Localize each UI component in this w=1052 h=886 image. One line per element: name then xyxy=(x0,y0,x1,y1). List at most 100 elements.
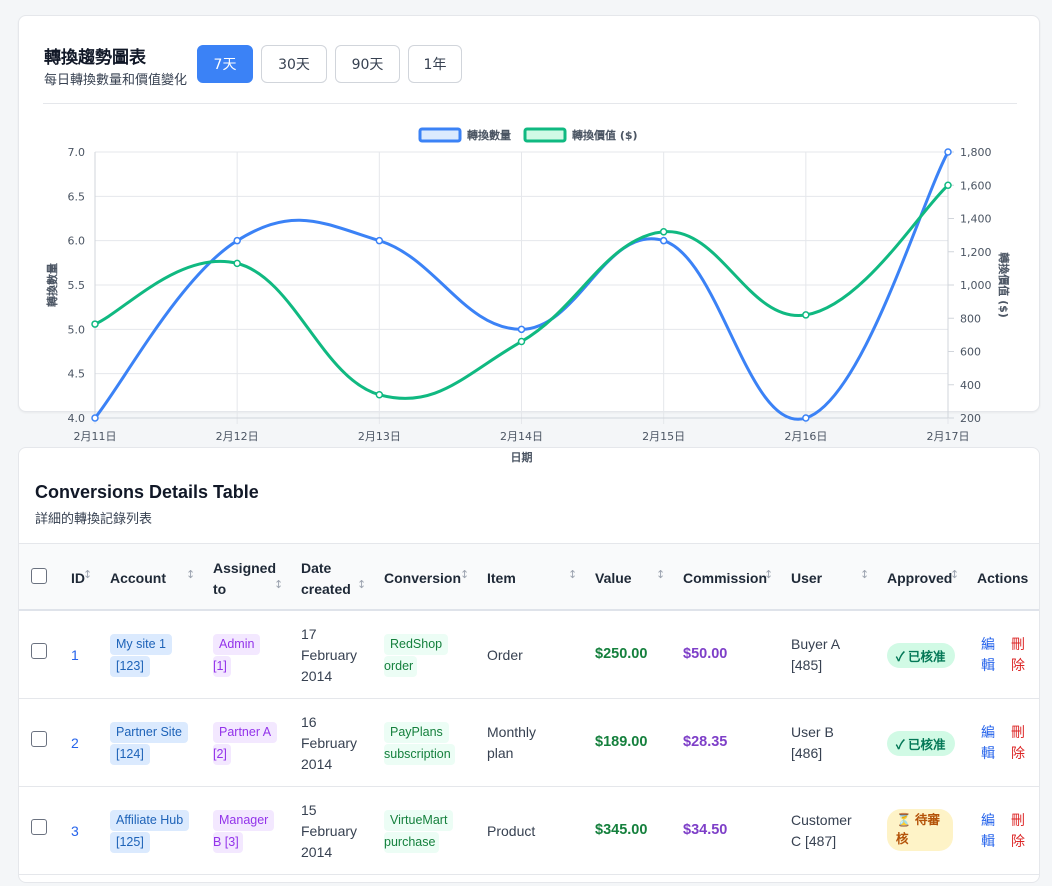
col-date-created[interactable]: Date created xyxy=(301,558,351,600)
y-left-tick-label: 6.0 xyxy=(68,235,86,248)
data-point xyxy=(91,320,99,328)
table-title: Conversions Details Table xyxy=(35,482,259,502)
user: Customer C [487] xyxy=(791,812,852,849)
y-right-tick-label: 1,600 xyxy=(960,179,992,192)
sort-icon[interactable]: ↕ xyxy=(656,568,665,581)
data-point xyxy=(517,325,526,334)
y-left-tick-label: 4.0 xyxy=(68,412,86,425)
col-user[interactable]: User xyxy=(791,568,822,589)
select-all-checkbox[interactable] xyxy=(31,568,47,584)
col-assigned[interactable]: Assigned to xyxy=(213,558,276,600)
delete-link[interactable]: 刪除 xyxy=(1011,634,1026,676)
item: Order xyxy=(487,647,523,663)
commission: $34.50 xyxy=(683,822,728,838)
row-id-link[interactable]: 2 xyxy=(71,733,79,754)
conversion-trend-chart: 4.0 4.5 5.0 5.5 6.0 6.5 7.0 200 400 600 800 1,000 1,… xyxy=(45,127,1011,464)
table-card: Conversions Details Table 詳細的轉換記錄列表 ID ↕… xyxy=(18,447,1040,883)
edit-link[interactable]: 編輯 xyxy=(981,722,996,764)
delete-link[interactable]: 刪除 xyxy=(1011,722,1026,764)
data-point xyxy=(944,148,952,156)
edit-link[interactable]: 編輯 xyxy=(981,810,996,852)
row-id-link[interactable]: 3 xyxy=(71,821,79,842)
data-point xyxy=(233,259,241,268)
row-checkbox[interactable] xyxy=(31,819,47,835)
x-tick-label: 2月13日 xyxy=(358,430,401,443)
status-badge: ✓ 已核准 xyxy=(887,643,955,668)
item: Product xyxy=(487,823,536,839)
data-point xyxy=(375,390,384,399)
y-right-tick-label: 1,000 xyxy=(960,279,992,292)
date-created: 15 February 2014 xyxy=(301,802,358,860)
user: User B [486] xyxy=(791,724,834,761)
y-right-tick-label: 1,800 xyxy=(960,146,992,159)
data-point xyxy=(944,181,952,189)
col-value[interactable]: Value xyxy=(595,568,632,589)
table-row: 1 My site 1 [123] Admin [1] 17 February 20… xyxy=(19,611,1039,699)
y-right-tick-label: 1,200 xyxy=(960,246,992,259)
y-right-tick-label: 1,400 xyxy=(960,213,992,226)
legend-label: 轉換價值 ($) xyxy=(572,128,638,142)
y-left-tick-label: 6.5 xyxy=(68,190,86,203)
col-commission[interactable]: Commission xyxy=(683,568,767,589)
x-axis-title: 日期 xyxy=(511,450,533,464)
row-checkbox[interactable] xyxy=(31,643,47,659)
account-badge: Affiliate Hub [125] xyxy=(110,809,190,853)
row-checkbox[interactable] xyxy=(31,731,47,747)
table-row: 3 Affiliate Hub [125] Manager B [3] 15 Fe… xyxy=(19,787,1039,875)
data-point xyxy=(802,311,810,319)
conversion-badge: PayPlans subscription xyxy=(384,721,455,765)
row-id-link[interactable]: 1 xyxy=(71,645,79,666)
data-point xyxy=(91,414,99,422)
value: $345.00 xyxy=(595,822,648,838)
sort-icon[interactable]: ↕ xyxy=(274,578,283,591)
account-badge: Partner Site [124] xyxy=(110,721,189,765)
legend-label: 轉換數量 xyxy=(467,128,511,142)
y-left-tick-label: 5.5 xyxy=(68,279,86,292)
sort-icon[interactable]: ↕ xyxy=(860,568,869,581)
sort-icon[interactable]: ↕ xyxy=(357,578,366,591)
sort-icon[interactable]: ↕ xyxy=(950,568,959,581)
assigned-badge: Partner A [2] xyxy=(213,721,278,765)
assigned-badge: Manager B [3] xyxy=(213,809,275,853)
data-point xyxy=(802,414,810,422)
legend-swatch xyxy=(418,127,462,143)
sort-icon[interactable]: ↕ xyxy=(764,568,773,581)
data-point xyxy=(659,228,668,236)
table-header: ID ↕ Account ↕ Assigned to ↕ Date created … xyxy=(19,543,1039,611)
col-approved[interactable]: Approved xyxy=(887,568,952,589)
y-right-tick-label: 600 xyxy=(960,346,981,359)
col-account[interactable]: Account xyxy=(110,568,166,589)
y-right-tick-label: 200 xyxy=(960,412,981,425)
table-subtitle: 詳細的轉換記錄列表 xyxy=(35,512,153,527)
delete-link[interactable]: 刪除 xyxy=(1011,810,1026,852)
x-tick-label: 2月12日 xyxy=(216,430,259,443)
conversion-badge: RedShop order xyxy=(384,633,449,677)
y-right-tick-label: 400 xyxy=(960,379,981,392)
sort-icon[interactable]: ↕ xyxy=(83,568,92,581)
item: Monthly plan xyxy=(487,724,537,761)
col-item[interactable]: Item xyxy=(487,568,516,589)
table-row: 2 Partner Site [124] Partner A [2] 16 Feb… xyxy=(19,699,1039,787)
y-left-tick-label: 7.0 xyxy=(68,146,86,159)
col-conversion[interactable]: Conversion xyxy=(384,568,461,589)
sort-icon[interactable]: ↕ xyxy=(568,568,577,581)
y-right-tick-label: 800 xyxy=(960,312,981,325)
data-point xyxy=(517,337,526,346)
y-right-axis-title: 轉換價值 ($) xyxy=(997,252,1011,318)
user: Buyer A [485] xyxy=(791,636,841,673)
x-tick-label: 2月17日 xyxy=(927,430,970,443)
date-created: 17 February 2014 xyxy=(301,626,358,684)
account-badge: My site 1 [123] xyxy=(110,633,173,677)
x-tick-label: 2月11日 xyxy=(74,430,117,443)
conversion-badge: VirtueMart purchase xyxy=(384,809,454,853)
value: $250.00 xyxy=(595,646,648,662)
x-tick-label: 2月14日 xyxy=(500,430,543,443)
assigned-badge: Admin [1] xyxy=(213,633,261,677)
legend-swatch xyxy=(523,127,567,143)
y-left-tick-label: 5.0 xyxy=(68,323,86,336)
sort-icon[interactable]: ↕ xyxy=(186,568,195,581)
value: $189.00 xyxy=(595,734,648,750)
col-actions: Actions xyxy=(977,570,1029,586)
sort-icon[interactable]: ↕ xyxy=(460,568,469,581)
edit-link[interactable]: 編輯 xyxy=(981,634,996,676)
